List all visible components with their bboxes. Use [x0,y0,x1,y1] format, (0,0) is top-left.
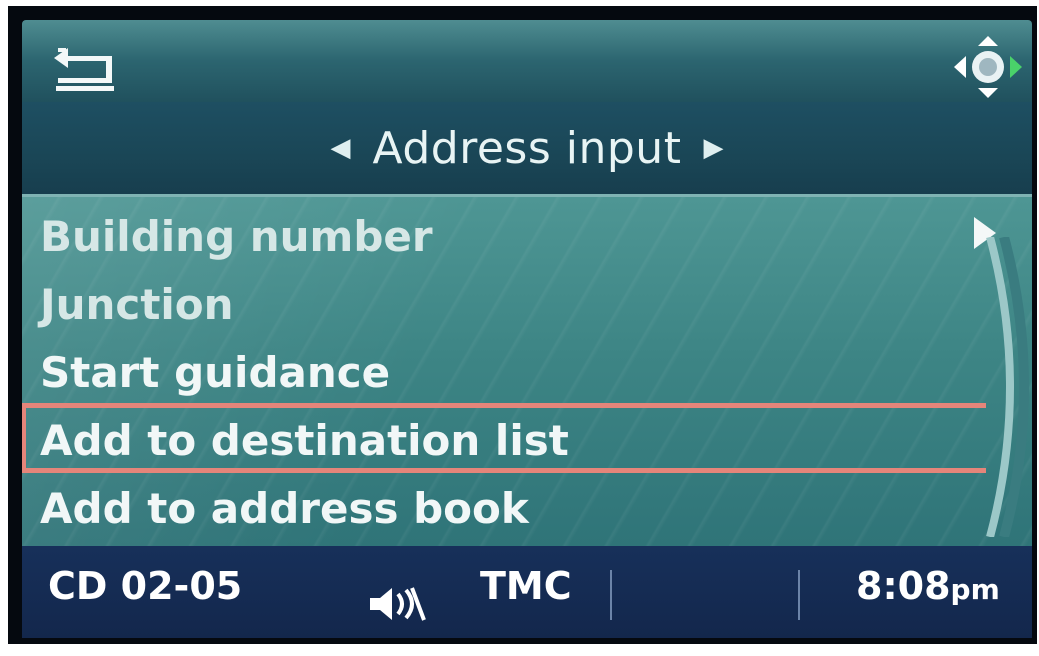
speaker-muted-icon [370,587,426,621]
title-prev-arrow-icon[interactable]: ◀ [331,133,351,163]
joystick-navigation-icon [954,36,1022,98]
tmc-indicator: TMC [480,564,572,608]
title-bar: ◀ Address input ▶ [22,102,1032,194]
clock-ampm: pm [950,573,1000,606]
clock-time: 8:08 [856,564,951,608]
idrive-screen: ◀ Address input ▶ Building number Juncti… [8,6,1037,644]
page-title: Address input [372,122,682,174]
menu-item-building-number[interactable]: Building number [40,205,433,269]
scroll-indicator [986,237,1029,537]
title-next-arrow-icon[interactable]: ▶ [703,133,723,163]
status-bar: CD 02-05 TMC 8:08pm [22,546,1032,638]
menu-item-start-guidance[interactable]: Start guidance [40,341,390,405]
menu-list: Building number Junction Start guidance … [22,194,1032,547]
status-divider [610,570,612,620]
clock: 8:08pm [856,564,1000,608]
audio-source-label: CD 02-05 [48,564,243,608]
status-divider [798,570,800,620]
menu-item-junction[interactable]: Junction [40,273,234,337]
menu-item-add-to-destination-list[interactable]: Add to destination list [40,409,569,473]
top-bar [22,20,1032,110]
menu-item-add-to-address-book[interactable]: Add to address book [40,477,529,541]
back-arrow-icon[interactable] [52,40,116,96]
